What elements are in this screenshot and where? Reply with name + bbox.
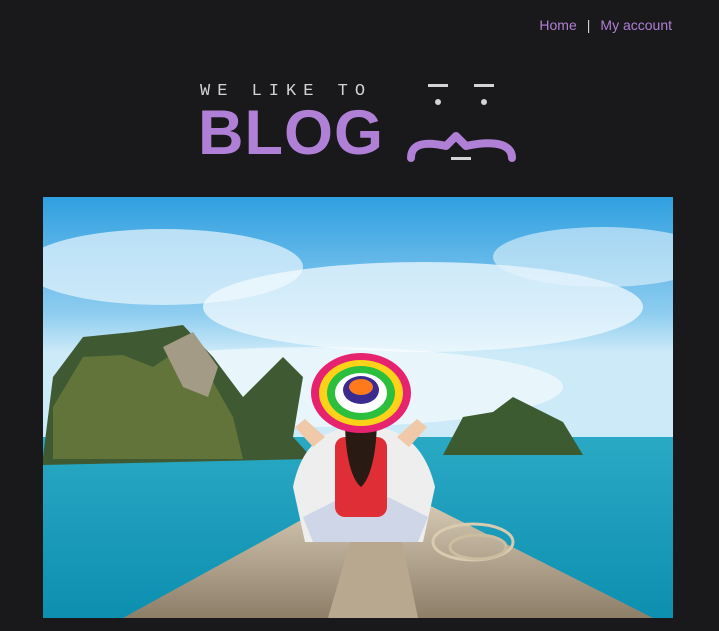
my-account-link[interactable]: My account <box>600 17 672 33</box>
nav-separator: | <box>586 17 591 33</box>
home-link[interactable]: Home <box>539 17 576 33</box>
logo-wordmark: BLOG <box>198 98 384 168</box>
smiley-face-icon <box>407 84 516 162</box>
top-navigation: Home | My account <box>539 17 672 33</box>
site-logo[interactable]: WE LIKE TO BLOG <box>198 80 518 170</box>
hero-image <box>43 197 673 618</box>
hero-photo-traveler-boat <box>43 197 673 618</box>
